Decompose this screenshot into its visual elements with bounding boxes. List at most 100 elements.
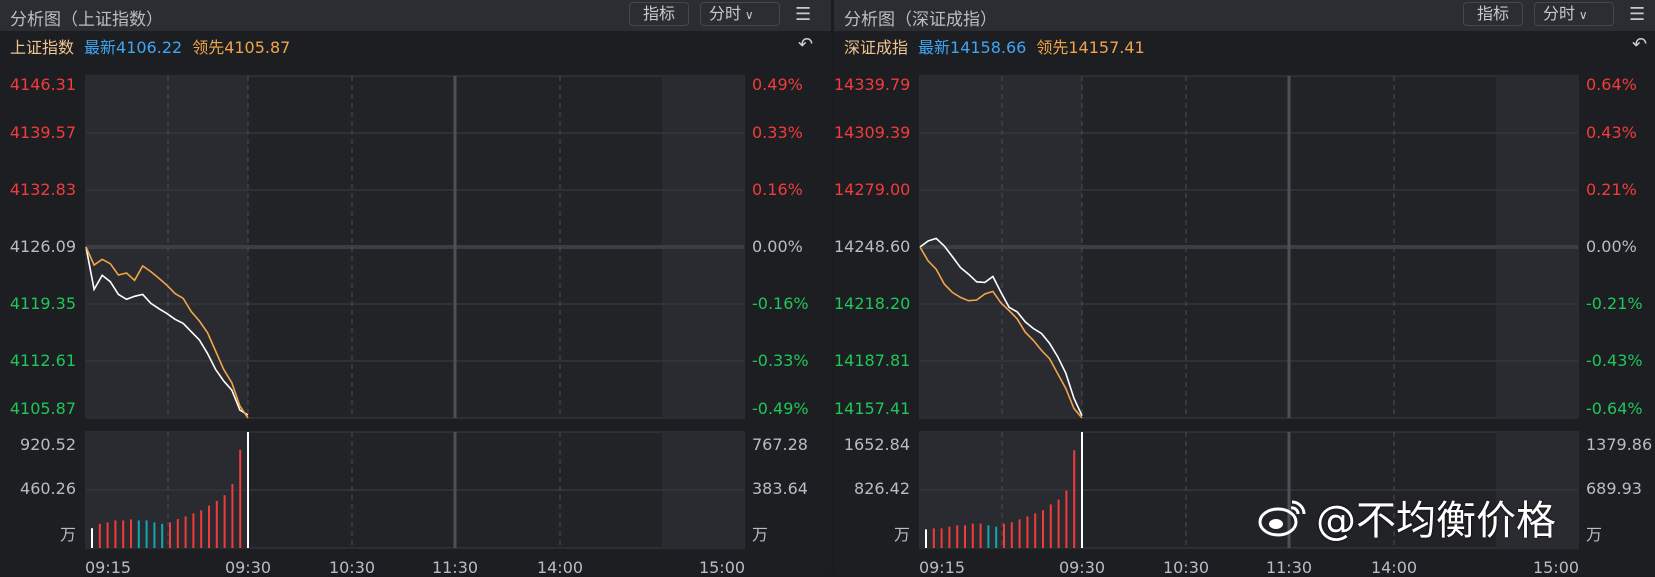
volume-bar [1018,519,1021,548]
price-chart [85,75,745,419]
volume-bar [192,513,195,548]
volume-bar [1073,450,1076,548]
volume-tick-right: 万 [752,525,769,544]
time-label: 14:00 [536,558,584,577]
volume-bar [137,520,140,548]
quote-info: 上证指数 最新4106.22 领先4105.87 [10,34,300,58]
pct-tick: 0.00% [752,237,803,256]
time-label: 10:30 [1162,558,1210,577]
period-label: 分时 [709,4,742,23]
leading-price: 领先14157.41 [1036,38,1145,57]
volume-bar [145,520,148,548]
volume-bar [940,528,943,548]
watermark-text: @不均衡价格 [1316,498,1556,544]
time-label: 15:00 [698,558,746,577]
volume-tick-right: 383.64 [752,479,808,498]
volume-bar [1010,522,1013,548]
leading-price: 领先4105.87 [192,38,291,57]
volume-bar [130,519,132,548]
time-label: 14:00 [1370,558,1418,577]
pct-tick: -0.64% [1586,399,1643,418]
menu-icon[interactable]: ☰ [1629,4,1645,25]
volume-bar [176,519,179,548]
reset-icon[interactable]: ↶ [1632,34,1647,55]
time-label: 09:15 [84,558,132,577]
indicator-button[interactable]: 指标 [1463,2,1523,26]
volume-bar [114,520,117,548]
price-tick: 4105.87 [9,399,76,418]
reset-icon[interactable]: ↶ [798,34,813,55]
volume-bar [98,523,101,548]
volume-bar [987,525,990,548]
volume-bar [223,495,226,548]
volume-bar [184,516,187,548]
pct-tick: -0.33% [752,351,809,370]
period-label: 分时 [1543,4,1576,23]
volume-tick-right: 767.28 [752,435,808,454]
volume-tick: 万 [59,525,76,544]
volume-bar [1026,516,1029,548]
quote-info: 深证成指 最新14158.66 领先14157.41 [844,34,1155,58]
time-label: 15:00 [1532,558,1580,577]
latest-price: 最新4106.22 [84,38,183,57]
period-dropdown[interactable]: 分时 ∨ [700,2,780,26]
time-label: 09:30 [1058,558,1106,577]
latest-price: 最新14158.66 [918,38,1027,57]
volume-tick: 826.42 [854,479,910,498]
volume-bar [1065,490,1068,548]
price-tick: 4132.83 [9,180,76,199]
price-tick: 4119.35 [9,294,76,313]
time-label: 11:30 [431,558,479,577]
volume-bar [964,525,966,548]
volume-bar [1049,504,1052,548]
menu-icon[interactable]: ☰ [795,4,811,25]
volume-bar [122,520,125,548]
pct-tick: 0.16% [752,180,803,199]
volume-bar [106,522,109,548]
period-dropdown[interactable]: 分时 ∨ [1534,2,1614,26]
pct-tick: -0.16% [752,294,809,313]
volume-tick: 920.52 [20,435,76,454]
volume-bar [971,523,974,548]
volume-bar [925,529,927,548]
volume-bar [1003,523,1005,548]
pct-tick: 0.49% [752,75,803,94]
volume-tick: 1652.84 [843,435,910,454]
pct-tick: 0.43% [1586,123,1637,142]
volume-bar [153,522,156,548]
volume-bar [215,500,218,548]
price-tick: 4146.31 [9,75,76,94]
volume-bar [239,449,242,548]
pct-tick: 0.33% [752,123,803,142]
volume-bar [995,526,998,548]
volume-bar [932,528,935,548]
price-tick: 4126.09 [9,237,76,256]
price-tick: 14187.81 [834,351,911,370]
index-name: 上证指数 [10,38,75,57]
pct-tick: -0.21% [1586,294,1643,313]
volume-tick: 万 [893,525,910,544]
panel-header: 分析图（深证成指） 指标 分时 ∨ ☰ [834,0,1655,31]
chevron-down-icon: ∨ [741,8,754,22]
volume-bar [200,510,203,548]
volume-bar [169,522,171,548]
volume-bar [1034,513,1037,548]
price-tick: 14309.39 [834,123,911,142]
chevron-down-icon: ∨ [1575,8,1588,22]
indicator-button[interactable]: 指标 [629,2,689,26]
price-tick: 4139.57 [9,123,76,142]
time-label: 09:15 [918,558,966,577]
pct-tick: -0.49% [752,399,809,418]
pct-tick: 0.00% [1586,237,1637,256]
volume-bar [231,484,234,548]
volume-chart [85,431,745,549]
price-tick: 14218.20 [834,294,911,313]
price-tick: 14248.60 [834,237,911,256]
panel-title: 分析图（上证指数） [10,10,163,30]
price-tick: 14157.41 [834,399,911,418]
volume-bar [948,526,951,548]
volume-bar [208,505,210,548]
pct-tick: 0.21% [1586,180,1637,199]
price-chart [919,75,1579,419]
volume-bar [979,523,982,548]
